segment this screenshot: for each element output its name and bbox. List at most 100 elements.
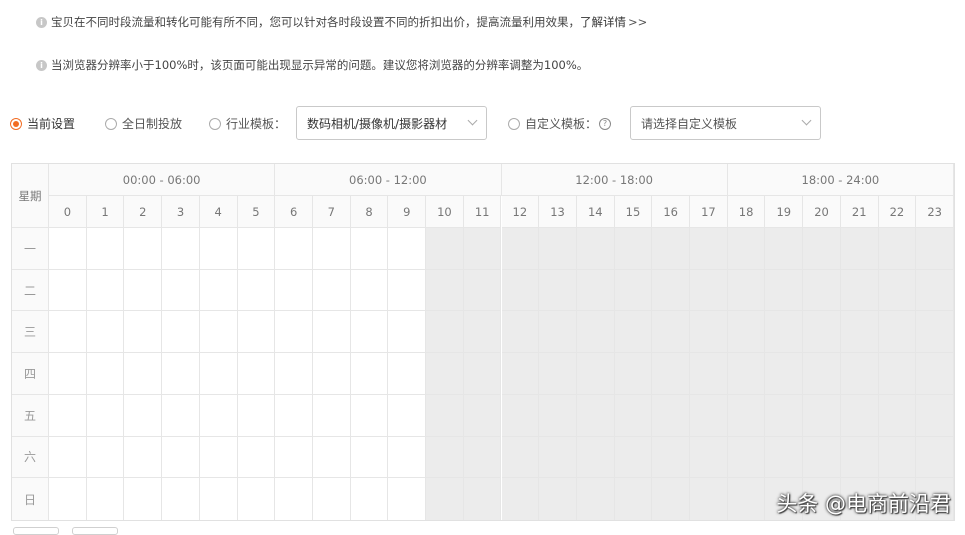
schedule-slot[interactable] [237,269,276,312]
schedule-slot[interactable] [350,269,389,312]
schedule-slot[interactable] [840,394,879,437]
schedule-slot[interactable] [237,228,276,270]
schedule-slot[interactable] [840,311,879,354]
schedule-slot[interactable] [576,478,615,520]
schedule-slot[interactable] [803,353,841,395]
schedule-slot[interactable] [690,478,728,520]
schedule-slot[interactable] [388,228,427,270]
schedule-slot[interactable] [501,394,540,437]
schedule-slot[interactable] [576,436,615,479]
schedule-slot[interactable] [124,311,163,354]
radio-circle[interactable] [508,117,520,130]
schedule-slot[interactable] [765,436,804,479]
schedule-slot[interactable] [388,353,427,395]
schedule-slot[interactable] [690,311,728,354]
schedule-slot[interactable] [199,478,238,520]
schedule-slot[interactable] [312,228,351,270]
schedule-slot[interactable] [878,269,917,312]
schedule-slot[interactable] [426,353,464,395]
schedule-slot[interactable] [49,436,87,479]
schedule-slot[interactable] [727,311,766,354]
schedule-slot[interactable] [275,353,313,395]
schedule-slot[interactable] [878,353,917,395]
schedule-slot[interactable] [463,353,502,395]
schedule-slot[interactable] [426,269,464,312]
schedule-slot[interactable] [803,394,841,437]
schedule-slot[interactable] [388,311,427,354]
schedule-slot[interactable] [765,353,804,395]
schedule-slot[interactable] [690,269,728,312]
schedule-slot[interactable] [614,311,653,354]
schedule-slot[interactable] [576,228,615,270]
schedule-slot[interactable] [539,478,577,520]
schedule-slot[interactable] [916,311,954,354]
schedule-slot[interactable] [312,436,351,479]
schedule-slot[interactable] [162,478,200,520]
schedule-slot[interactable] [350,436,389,479]
schedule-slot[interactable] [162,228,200,270]
schedule-slot[interactable] [652,436,691,479]
schedule-slot[interactable] [727,394,766,437]
schedule-slot[interactable] [199,269,238,312]
schedule-slot[interactable] [86,478,125,520]
schedule-slot[interactable] [652,311,691,354]
schedule-slot[interactable] [614,436,653,479]
radio-current-settings[interactable]: 当前设置 [10,115,75,132]
schedule-slot[interactable] [614,478,653,520]
schedule-slot[interactable] [86,436,125,479]
schedule-slot[interactable] [162,269,200,312]
schedule-slot[interactable] [199,311,238,354]
schedule-slot[interactable] [237,436,276,479]
schedule-slot[interactable] [840,436,879,479]
schedule-slot[interactable] [765,269,804,312]
schedule-slot[interactable] [312,269,351,312]
schedule-slot[interactable] [162,353,200,395]
schedule-slot[interactable] [426,311,464,354]
schedule-slot[interactable] [199,353,238,395]
schedule-slot[interactable] [463,478,502,520]
schedule-slot[interactable] [765,311,804,354]
schedule-slot[interactable] [426,228,464,270]
schedule-slot[interactable] [576,311,615,354]
schedule-slot[interactable] [124,394,163,437]
schedule-slot[interactable] [312,478,351,520]
schedule-slot[interactable] [539,353,577,395]
schedule-slot[interactable] [162,436,200,479]
schedule-slot[interactable] [49,311,87,354]
schedule-slot[interactable] [237,394,276,437]
schedule-slot[interactable] [501,478,540,520]
schedule-slot[interactable] [463,269,502,312]
schedule-slot[interactable] [350,228,389,270]
schedule-slot[interactable] [350,353,389,395]
schedule-slot[interactable] [275,478,313,520]
learn-more-arrows[interactable]: >> [628,15,647,29]
schedule-slot[interactable] [576,269,615,312]
schedule-slot[interactable] [803,436,841,479]
schedule-slot[interactable] [463,228,502,270]
schedule-slot[interactable] [652,394,691,437]
schedule-slot[interactable] [312,394,351,437]
schedule-slot[interactable] [652,478,691,520]
schedule-slot[interactable] [124,478,163,520]
schedule-slot[interactable] [463,394,502,437]
schedule-slot[interactable] [199,436,238,479]
schedule-slot[interactable] [652,269,691,312]
schedule-slot[interactable] [199,394,238,437]
schedule-slot[interactable] [237,478,276,520]
schedule-slot[interactable] [690,394,728,437]
action-button[interactable] [72,527,118,535]
schedule-slot[interactable] [878,311,917,354]
schedule-slot[interactable] [275,394,313,437]
schedule-slot[interactable] [463,436,502,479]
schedule-slot[interactable] [840,228,879,270]
schedule-slot[interactable] [727,228,766,270]
schedule-slot[interactable] [727,269,766,312]
schedule-slot[interactable] [388,436,427,479]
action-button[interactable] [13,527,59,535]
schedule-slot[interactable] [690,353,728,395]
schedule-slot[interactable] [388,269,427,312]
schedule-slot[interactable] [878,228,917,270]
schedule-slot[interactable] [840,353,879,395]
schedule-slot[interactable] [539,436,577,479]
schedule-slot[interactable] [312,353,351,395]
